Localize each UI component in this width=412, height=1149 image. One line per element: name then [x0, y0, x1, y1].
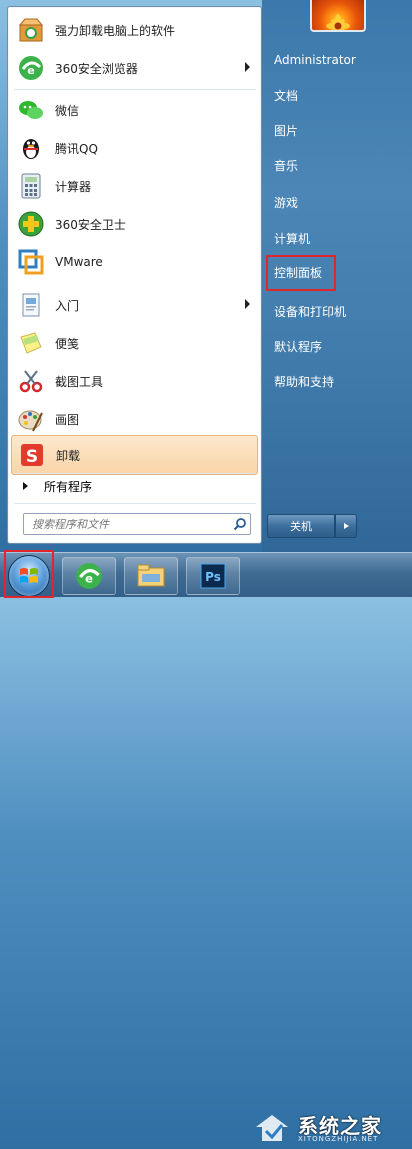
- menu-item-360-safeguard[interactable]: 360安全卫士: [11, 205, 258, 243]
- menu-item-360-browser[interactable]: e 360安全浏览器: [11, 49, 258, 87]
- search-input[interactable]: [24, 516, 230, 532]
- wechat-icon: [15, 94, 47, 126]
- chevron-right-icon: [344, 523, 349, 529]
- menu-item-qq[interactable]: 腾讯QQ: [11, 129, 258, 167]
- shutdown-label: 关机: [290, 520, 312, 533]
- menu-item-vmware[interactable]: VMware: [11, 243, 258, 281]
- search-box[interactable]: [23, 513, 251, 535]
- computer-link[interactable]: 计算机: [266, 223, 408, 253]
- computer-label: 计算机: [274, 231, 311, 246]
- photoshop-icon: Ps: [200, 563, 226, 589]
- menu-item-label: 画图: [55, 412, 80, 427]
- watermark-url: XITONGZHIJIA.NET: [298, 1135, 379, 1143]
- watermark-logo-icon: [256, 1115, 288, 1141]
- pictures-link[interactable]: 图片: [266, 115, 408, 145]
- menu-item-sticky-notes[interactable]: 便笺: [11, 324, 258, 362]
- control-panel-highlight-box: [266, 255, 336, 291]
- help-support-label: 帮助和支持: [274, 374, 335, 389]
- music-link[interactable]: 音乐: [266, 150, 408, 180]
- 360-browser-icon: e: [15, 52, 47, 84]
- site-watermark: 系统之家 XITONGZHIJIA.NET: [250, 1105, 412, 1149]
- user-avatar[interactable]: [310, 0, 366, 32]
- menu-item-uninstall[interactable]: S 卸载: [11, 435, 258, 475]
- sticky-notes-icon: [15, 327, 47, 359]
- default-programs-link[interactable]: 默认程序: [266, 331, 408, 361]
- shutdown-options-button[interactable]: [335, 514, 357, 538]
- submenu-arrow-icon: [245, 299, 250, 309]
- vmware-icon: [15, 246, 47, 278]
- search-icon[interactable]: [230, 514, 250, 534]
- menu-item-label: 卸载: [56, 448, 81, 463]
- uninstall-box-icon: [15, 14, 47, 46]
- games-label: 游戏: [274, 195, 299, 210]
- pictures-label: 图片: [274, 123, 299, 138]
- taskbar-explorer-button[interactable]: [124, 557, 178, 595]
- taskbar-browser-button[interactable]: e: [62, 557, 116, 595]
- menu-item-label: 360安全浏览器: [55, 61, 138, 76]
- taskbar-photoshop-button[interactable]: Ps: [186, 557, 240, 595]
- programs-pane: 强力卸载电脑上的软件 e 360安全浏览器 微信 腾讯QQ 计算器 360安全卫…: [7, 6, 262, 544]
- menu-item-label: 微信: [55, 103, 80, 118]
- menu-item-label: 360安全卫士: [55, 217, 126, 232]
- all-programs-button[interactable]: 所有程序: [11, 474, 258, 498]
- all-programs-label: 所有程序: [44, 479, 93, 494]
- devices-printers-label: 设备和打印机: [274, 304, 347, 319]
- expand-arrow-icon: [23, 482, 28, 490]
- paint-icon: [15, 403, 47, 435]
- menu-item-calculator[interactable]: 计算器: [11, 167, 258, 205]
- menu-item-label: 便笺: [55, 336, 80, 351]
- menu-item-getting-started[interactable]: 入门: [11, 286, 258, 324]
- user-name: Administrator: [274, 53, 356, 67]
- help-and-support-link[interactable]: 帮助和支持: [266, 366, 408, 396]
- qq-penguin-icon: [15, 132, 47, 164]
- default-programs-label: 默认程序: [274, 339, 323, 354]
- calculator-icon: [15, 170, 47, 202]
- taskbar: e Ps 系统之家 XITONGZHIJIA.NET: [0, 552, 412, 1143]
- divider: [14, 89, 256, 90]
- folder-icon: [137, 564, 165, 587]
- svg-text:e: e: [27, 64, 34, 77]
- menu-item-label: VMware: [55, 255, 103, 269]
- start-menu: 强力卸载电脑上的软件 e 360安全浏览器 微信 腾讯QQ 计算器 360安全卫…: [0, 0, 412, 552]
- divider: [14, 503, 256, 504]
- devices-and-printers-link[interactable]: 设备和打印机: [266, 296, 408, 326]
- menu-item-label: 截图工具: [55, 374, 104, 389]
- start-button-highlight-box: [4, 550, 54, 598]
- menu-item-uninstall-software[interactable]: 强力卸载电脑上的软件: [11, 11, 258, 49]
- uninstall-s-icon: S: [16, 439, 48, 471]
- svg-text:Ps: Ps: [205, 570, 221, 584]
- menu-item-label: 计算器: [55, 179, 92, 194]
- submenu-arrow-icon: [245, 62, 250, 72]
- user-account-link[interactable]: Administrator: [266, 45, 408, 75]
- menu-item-wechat[interactable]: 微信: [11, 91, 258, 129]
- documents-label: 文档: [274, 88, 299, 103]
- 360-safeguard-icon: [15, 208, 47, 240]
- menu-item-label: 入门: [55, 298, 80, 313]
- menu-item-label: 强力卸载电脑上的软件: [55, 23, 176, 38]
- svg-text:e: e: [85, 571, 93, 585]
- snipping-tool-icon: [15, 365, 47, 397]
- 360-browser-icon: e: [76, 563, 102, 589]
- menu-item-paint[interactable]: 画图: [11, 400, 258, 438]
- menu-item-label: 腾讯QQ: [55, 141, 98, 156]
- menu-item-snipping-tool[interactable]: 截图工具: [11, 362, 258, 400]
- documents-link[interactable]: 文档: [266, 80, 408, 110]
- games-link[interactable]: 游戏: [266, 187, 408, 217]
- getting-started-icon: [15, 289, 47, 321]
- music-label: 音乐: [274, 158, 299, 173]
- shutdown-button[interactable]: 关机: [267, 514, 335, 538]
- svg-text:S: S: [26, 447, 38, 467]
